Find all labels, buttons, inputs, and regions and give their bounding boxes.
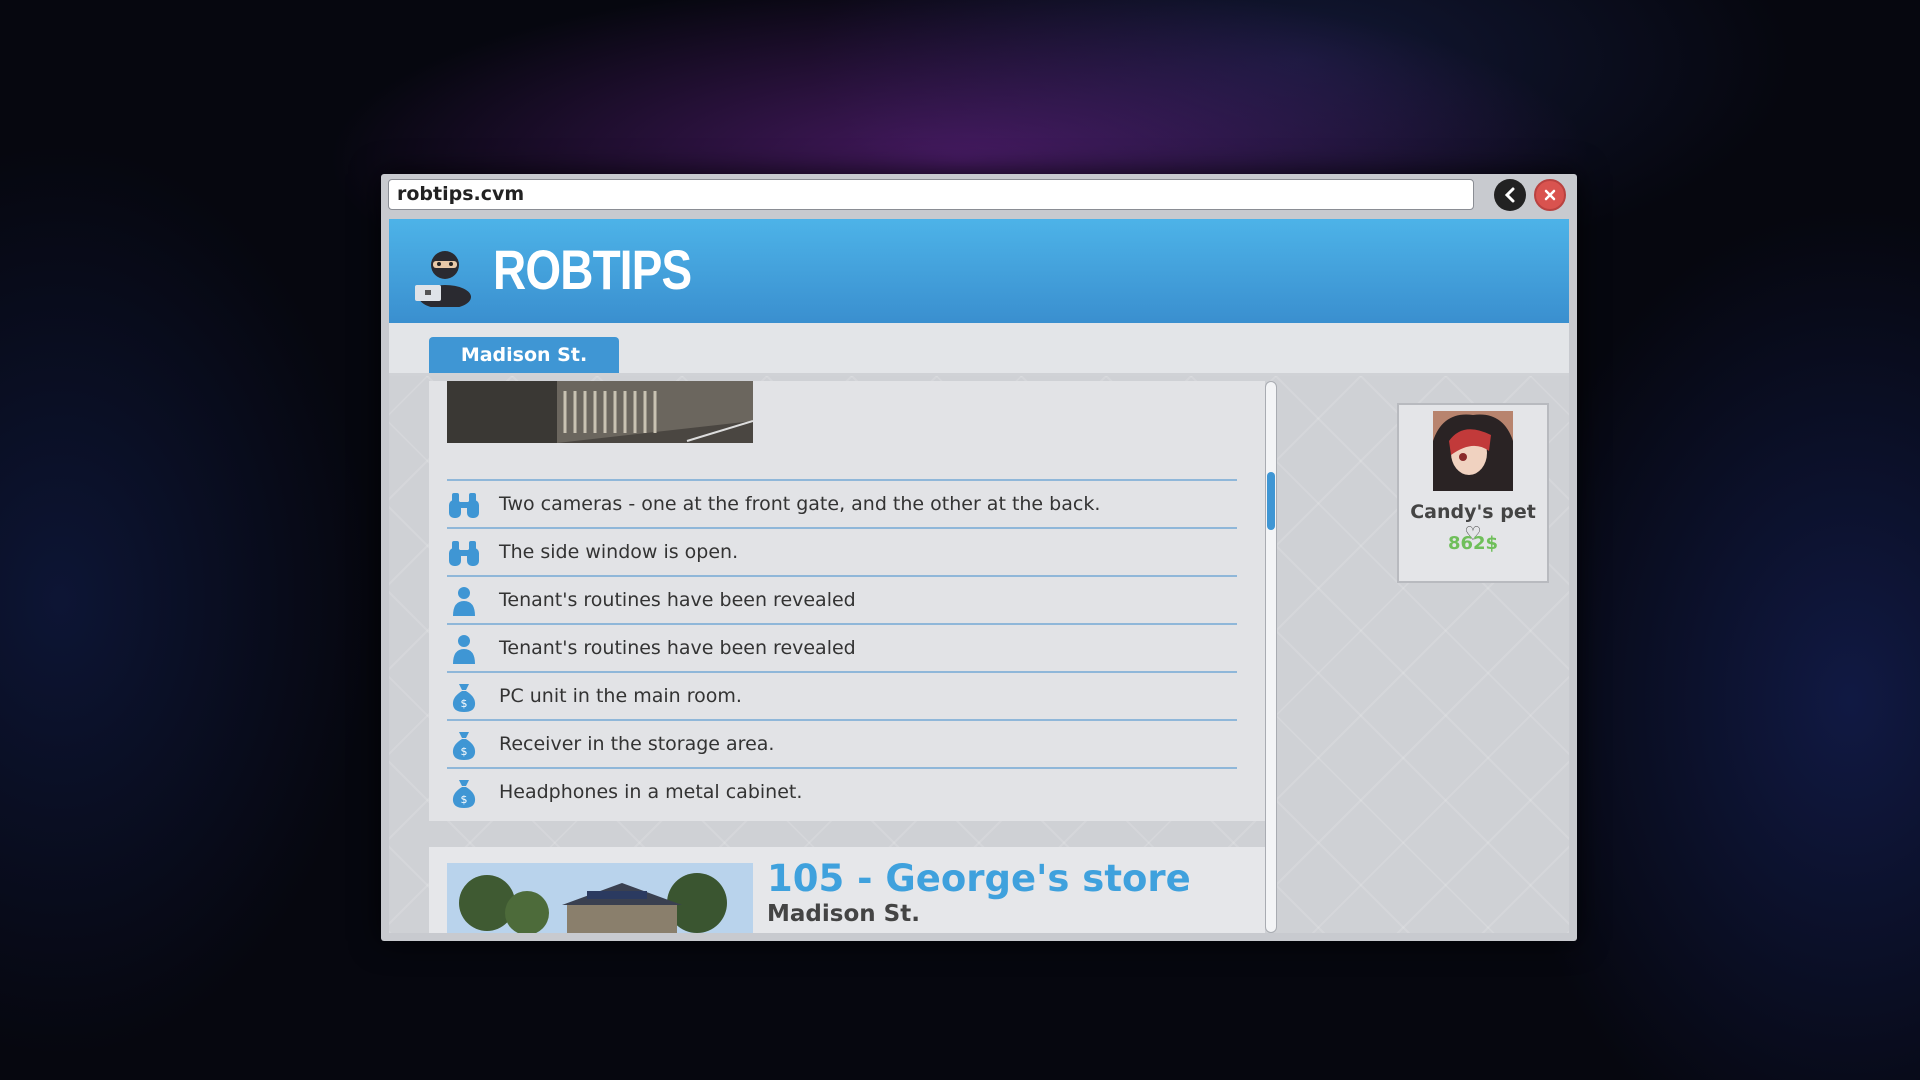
svg-text:$: $ <box>461 745 468 758</box>
property-photo <box>447 381 753 443</box>
list-item: The side window is open. <box>447 527 1237 575</box>
scrollbar[interactable] <box>1265 381 1277 933</box>
svg-text:$: $ <box>461 793 468 806</box>
chevron-left-icon <box>1504 187 1515 203</box>
burglar-logo-icon <box>415 251 471 307</box>
money-bag-icon: $ <box>452 684 476 712</box>
tip-text: The side window is open. <box>499 541 739 563</box>
list-item: Two cameras - one at the front gate, and… <box>447 479 1237 527</box>
url-bar[interactable]: robtips.cvm <box>388 179 1474 210</box>
tip-text: Tenant's routines have been revealed <box>499 589 856 611</box>
tip-text: Headphones in a metal cabinet. <box>499 781 803 803</box>
person-icon <box>453 587 475 616</box>
svg-text:$: $ <box>461 697 468 710</box>
tip-text: Tenant's routines have been revealed <box>499 637 856 659</box>
list-item: Tenant's routines have been revealed <box>447 575 1237 623</box>
binoculars-icon <box>449 541 479 566</box>
listing-card: Two cameras - one at the front gate, and… <box>429 381 1265 821</box>
site-brand: ROBTIPS <box>493 238 692 301</box>
web-page: ROBTIPS Madison St. Two cameras - one at… <box>389 219 1569 933</box>
person-icon <box>453 635 475 664</box>
site-header: ROBTIPS <box>389 219 1569 323</box>
money-bag-icon: $ <box>452 732 476 760</box>
close-button[interactable] <box>1534 179 1566 211</box>
profile-money: 862$ <box>1447 533 1499 554</box>
scrollbar-thumb[interactable] <box>1267 472 1275 530</box>
browser-window: robtips.cvm ROBTIPS Madison St. Two came… <box>381 174 1577 941</box>
listing-street: Madison St. <box>767 901 920 927</box>
list-item: $ Receiver in the storage area. <box>447 719 1237 767</box>
tip-text: Receiver in the storage area. <box>499 733 775 755</box>
tip-text: PC unit in the main room. <box>499 685 742 707</box>
money-bag-icon: $ <box>452 780 476 808</box>
tab-madison-st[interactable]: Madison St. <box>429 337 619 373</box>
profile-card: Candy's pet ♡ 862$ <box>1397 403 1549 583</box>
listing-card[interactable]: 105 - George's store Madison St. <box>429 847 1265 933</box>
back-button[interactable] <box>1494 179 1526 211</box>
property-photo <box>447 863 753 933</box>
avatar <box>1433 411 1513 491</box>
list-item: Tenant's routines have been revealed <box>447 623 1237 671</box>
listing-title[interactable]: 105 - George's store <box>767 857 1191 900</box>
list-item: $ PC unit in the main room. <box>447 671 1237 719</box>
tab-strip: Madison St. <box>389 323 1569 376</box>
binoculars-icon <box>449 493 479 518</box>
list-item: $ Headphones in a metal cabinet. <box>447 767 1237 815</box>
close-icon <box>1544 189 1556 201</box>
tip-text: Two cameras - one at the front gate, and… <box>499 493 1101 515</box>
